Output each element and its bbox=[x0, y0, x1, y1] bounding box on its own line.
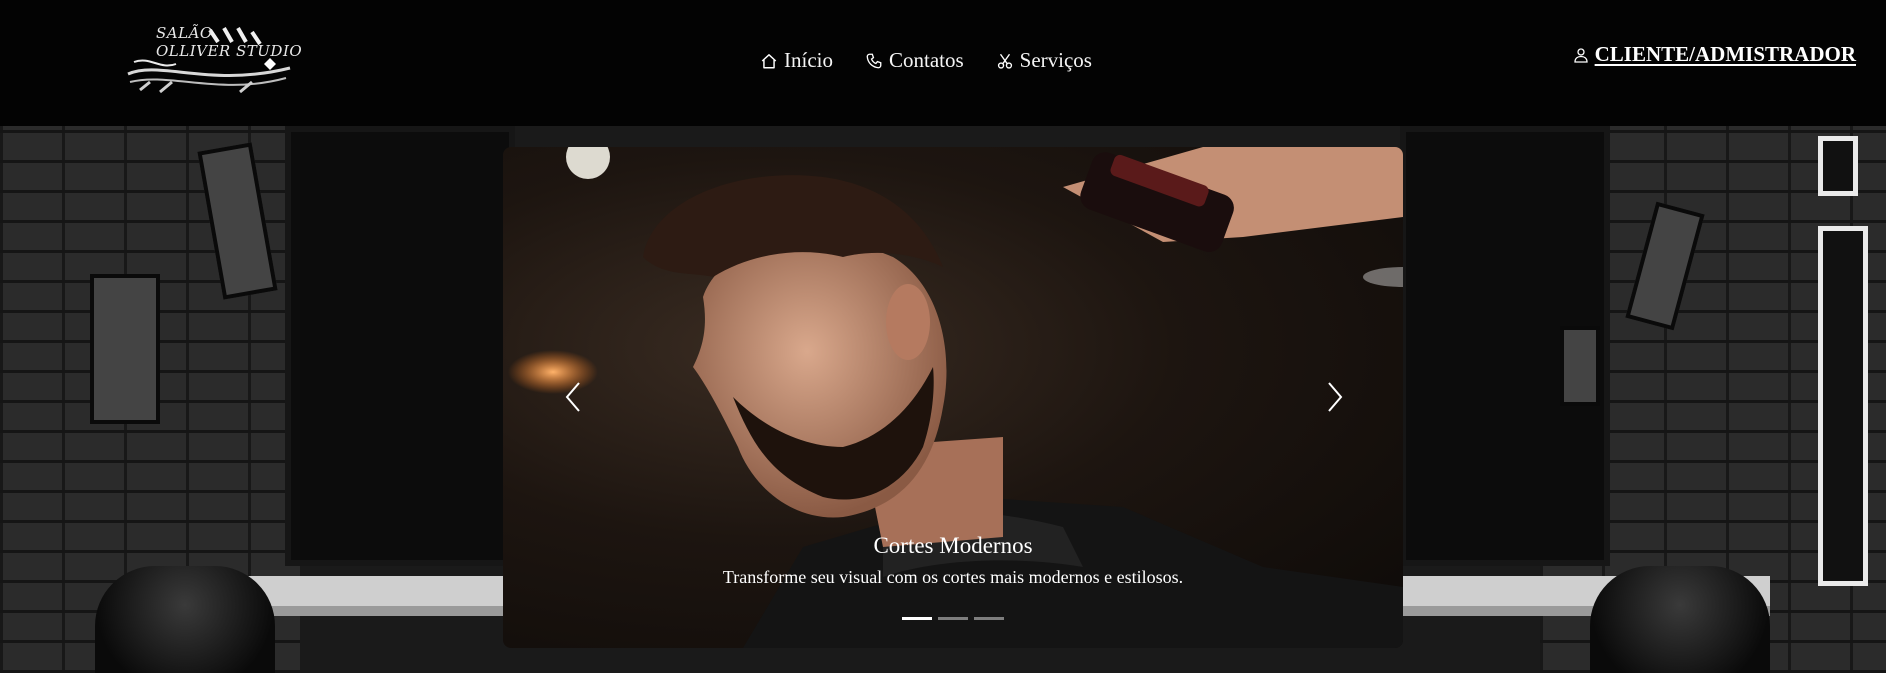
nav-item-servicos[interactable]: Serviços bbox=[996, 48, 1092, 73]
carousel-indicator-1[interactable] bbox=[902, 617, 932, 620]
scissors-icon bbox=[997, 53, 1012, 69]
chevron-right-icon bbox=[1328, 382, 1343, 412]
hero-carousel: Cortes Modernos Transforme seu visual co… bbox=[503, 147, 1403, 648]
door-panel-outer bbox=[1818, 226, 1868, 586]
brand-logo[interactable]: SALÃO OLLIVER STUDIO bbox=[120, 12, 303, 112]
barber-chair-left bbox=[95, 566, 275, 673]
carousel-indicators bbox=[503, 617, 1403, 620]
wall-frame-left bbox=[90, 274, 160, 424]
slide-subtitle: Transforme seu visual com os cortes mais… bbox=[722, 567, 1184, 587]
phone-icon bbox=[866, 53, 882, 68]
nav-item-label: Contatos bbox=[888, 48, 964, 72]
client-admin-label: CLIENTE/ADMISTRADOR bbox=[1594, 42, 1856, 66]
user-icon bbox=[1573, 47, 1588, 63]
logo-text-line1: SALÃO bbox=[156, 24, 213, 42]
counter-left bbox=[230, 576, 530, 616]
carousel-indicator-2[interactable] bbox=[938, 617, 968, 620]
home-icon bbox=[761, 53, 777, 68]
logo-text-line2: OLLIVER STUDIO bbox=[156, 42, 303, 60]
carousel-prev-button[interactable] bbox=[561, 377, 585, 417]
wall-frame-right bbox=[1560, 326, 1600, 406]
nav-item-label: Serviços bbox=[1019, 48, 1092, 72]
site-header: SALÃO OLLIVER STUDIO Início Contatos Ser… bbox=[0, 0, 1886, 126]
door-panel-top bbox=[1818, 136, 1858, 196]
nav-item-contatos[interactable]: Contatos bbox=[865, 48, 964, 73]
nav-item-label: Início bbox=[784, 48, 833, 72]
carousel-indicator-3[interactable] bbox=[974, 617, 1004, 620]
client-admin-link[interactable]: CLIENTE/ADMISTRADOR bbox=[1573, 42, 1856, 67]
mirror-left bbox=[285, 126, 515, 566]
main-nav: Início Contatos Serviços bbox=[760, 48, 1092, 73]
slide-title: Cortes Modernos bbox=[873, 533, 1033, 558]
nav-item-inicio[interactable]: Início bbox=[760, 48, 833, 73]
barber-chair-right bbox=[1590, 566, 1770, 673]
chevron-left-icon bbox=[565, 382, 580, 412]
carousel-next-button[interactable] bbox=[1323, 377, 1347, 417]
